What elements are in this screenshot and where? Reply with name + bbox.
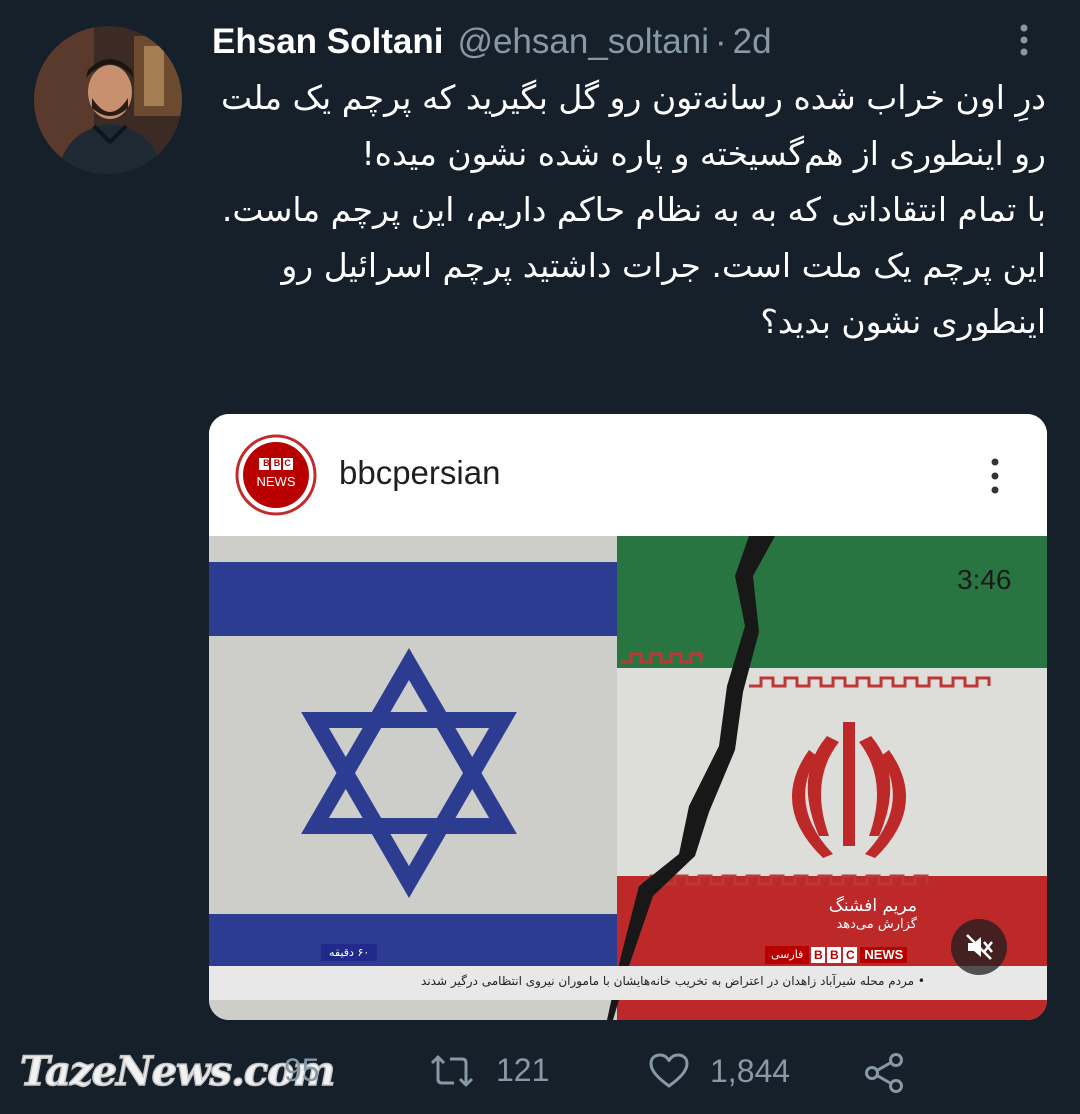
tweet-text: درِ اون خراب شده رسانه‌تون رو گل بگیرید … <box>221 78 1046 341</box>
channel-language: فارسی <box>765 946 810 964</box>
tweet-time[interactable]: 2d <box>733 22 772 62</box>
channel-letter: B <box>827 947 842 963</box>
share-icon <box>865 1053 903 1093</box>
channel-letter: C <box>843 947 858 963</box>
retweet-count: 121 <box>496 1052 550 1088</box>
embed-header: BBC NEWS bbcpersian <box>209 414 1047 536</box>
share-button[interactable] <box>862 1052 908 1094</box>
embed-account-name[interactable]: bbcpersian <box>339 454 500 492</box>
logo-news-text: NEWS <box>256 474 296 489</box>
author-handle[interactable]: @ehsan_soltani <box>457 22 709 62</box>
reporter-name: مریم افشنگ <box>828 896 917 916</box>
reply-count: 95 <box>284 1052 320 1088</box>
like-button[interactable]: 1,844 <box>648 1052 790 1090</box>
more-options-button[interactable] <box>1008 20 1040 60</box>
retweet-icon <box>430 1055 474 1086</box>
video-duration: 3:46 <box>957 564 1012 595</box>
minutes-badge: ۶۰ دقیقه <box>321 944 378 961</box>
channel-letter: B <box>811 947 826 963</box>
reporter-subtitle: گزارش می‌دهد <box>836 917 917 932</box>
author-avatar[interactable] <box>34 26 182 174</box>
mute-button[interactable] <box>951 919 1007 975</box>
logo-letters: BBC <box>263 458 291 468</box>
author-name[interactable]: Ehsan Soltani <box>212 22 443 62</box>
speaker-muted-icon <box>966 934 993 960</box>
retweet-button[interactable]: 121 <box>428 1052 549 1089</box>
separator-dot: · <box>714 22 727 61</box>
heart-icon <box>649 1053 689 1088</box>
reply-button[interactable]: 95 <box>284 1052 320 1089</box>
reporter-caption: مریم افشنگ گزارش می‌دهد <box>829 896 917 934</box>
channel-news: NEWS <box>860 947 908 963</box>
like-count: 1,844 <box>710 1052 791 1089</box>
channel-logo: فارسی B B C NEWS <box>765 946 908 964</box>
more-vertical-icon <box>1020 24 1028 56</box>
embedded-media-card[interactable]: BBC NEWS bbcpersian 3:46 مریم افشنگ گزار… <box>209 414 1047 1020</box>
tweet-header: Ehsan Soltani @ehsan_soltani · 2d <box>212 20 772 64</box>
news-ticker-text: • مردم محله شیرآباد زاهدان در اعتراض به … <box>421 974 925 988</box>
embed-more-icon[interactable] <box>983 454 1007 498</box>
